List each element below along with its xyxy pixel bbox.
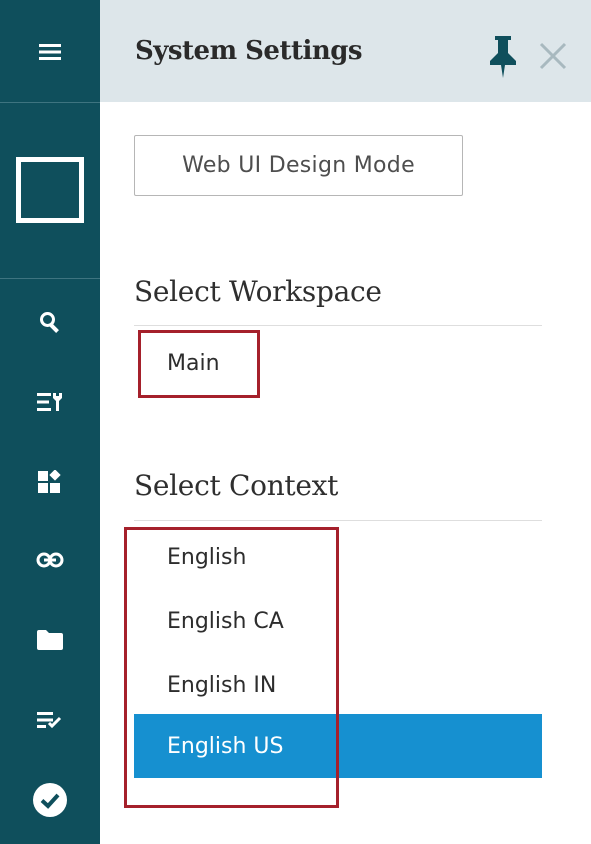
menu-icon xyxy=(39,43,61,61)
section-divider xyxy=(134,325,542,326)
section-divider xyxy=(134,520,542,521)
checklist-icon xyxy=(37,711,63,729)
check-circle-icon xyxy=(32,782,68,818)
checklist-button[interactable] xyxy=(0,700,100,740)
menu-button[interactable] xyxy=(0,22,100,82)
folder-button[interactable] xyxy=(0,620,100,660)
link-icon xyxy=(36,552,64,568)
workspace-highlight-box xyxy=(138,330,260,398)
select-context-heading: Select Context xyxy=(134,469,339,502)
rail-divider xyxy=(0,278,100,279)
widgets-icon xyxy=(38,470,62,494)
widgets-button[interactable] xyxy=(0,462,100,502)
link-button[interactable] xyxy=(0,540,100,580)
left-nav-rail xyxy=(0,0,100,844)
list-settings-icon xyxy=(37,391,63,413)
context-highlight-box xyxy=(124,527,339,808)
select-workspace-heading: Select Workspace xyxy=(134,275,382,308)
pin-icon[interactable] xyxy=(489,36,517,82)
list-settings-button[interactable] xyxy=(0,382,100,422)
folder-icon xyxy=(37,630,63,650)
panel-header: System Settings xyxy=(100,0,591,102)
window-icon xyxy=(16,157,84,223)
page-title: System Settings xyxy=(135,36,363,66)
close-icon[interactable] xyxy=(538,41,568,75)
web-ui-design-mode-button[interactable]: Web UI Design Mode xyxy=(134,135,463,196)
search-button[interactable] xyxy=(0,302,100,342)
search-icon xyxy=(39,311,61,333)
approve-button[interactable] xyxy=(0,778,100,822)
rail-divider xyxy=(0,102,100,103)
window-button[interactable] xyxy=(0,155,100,225)
